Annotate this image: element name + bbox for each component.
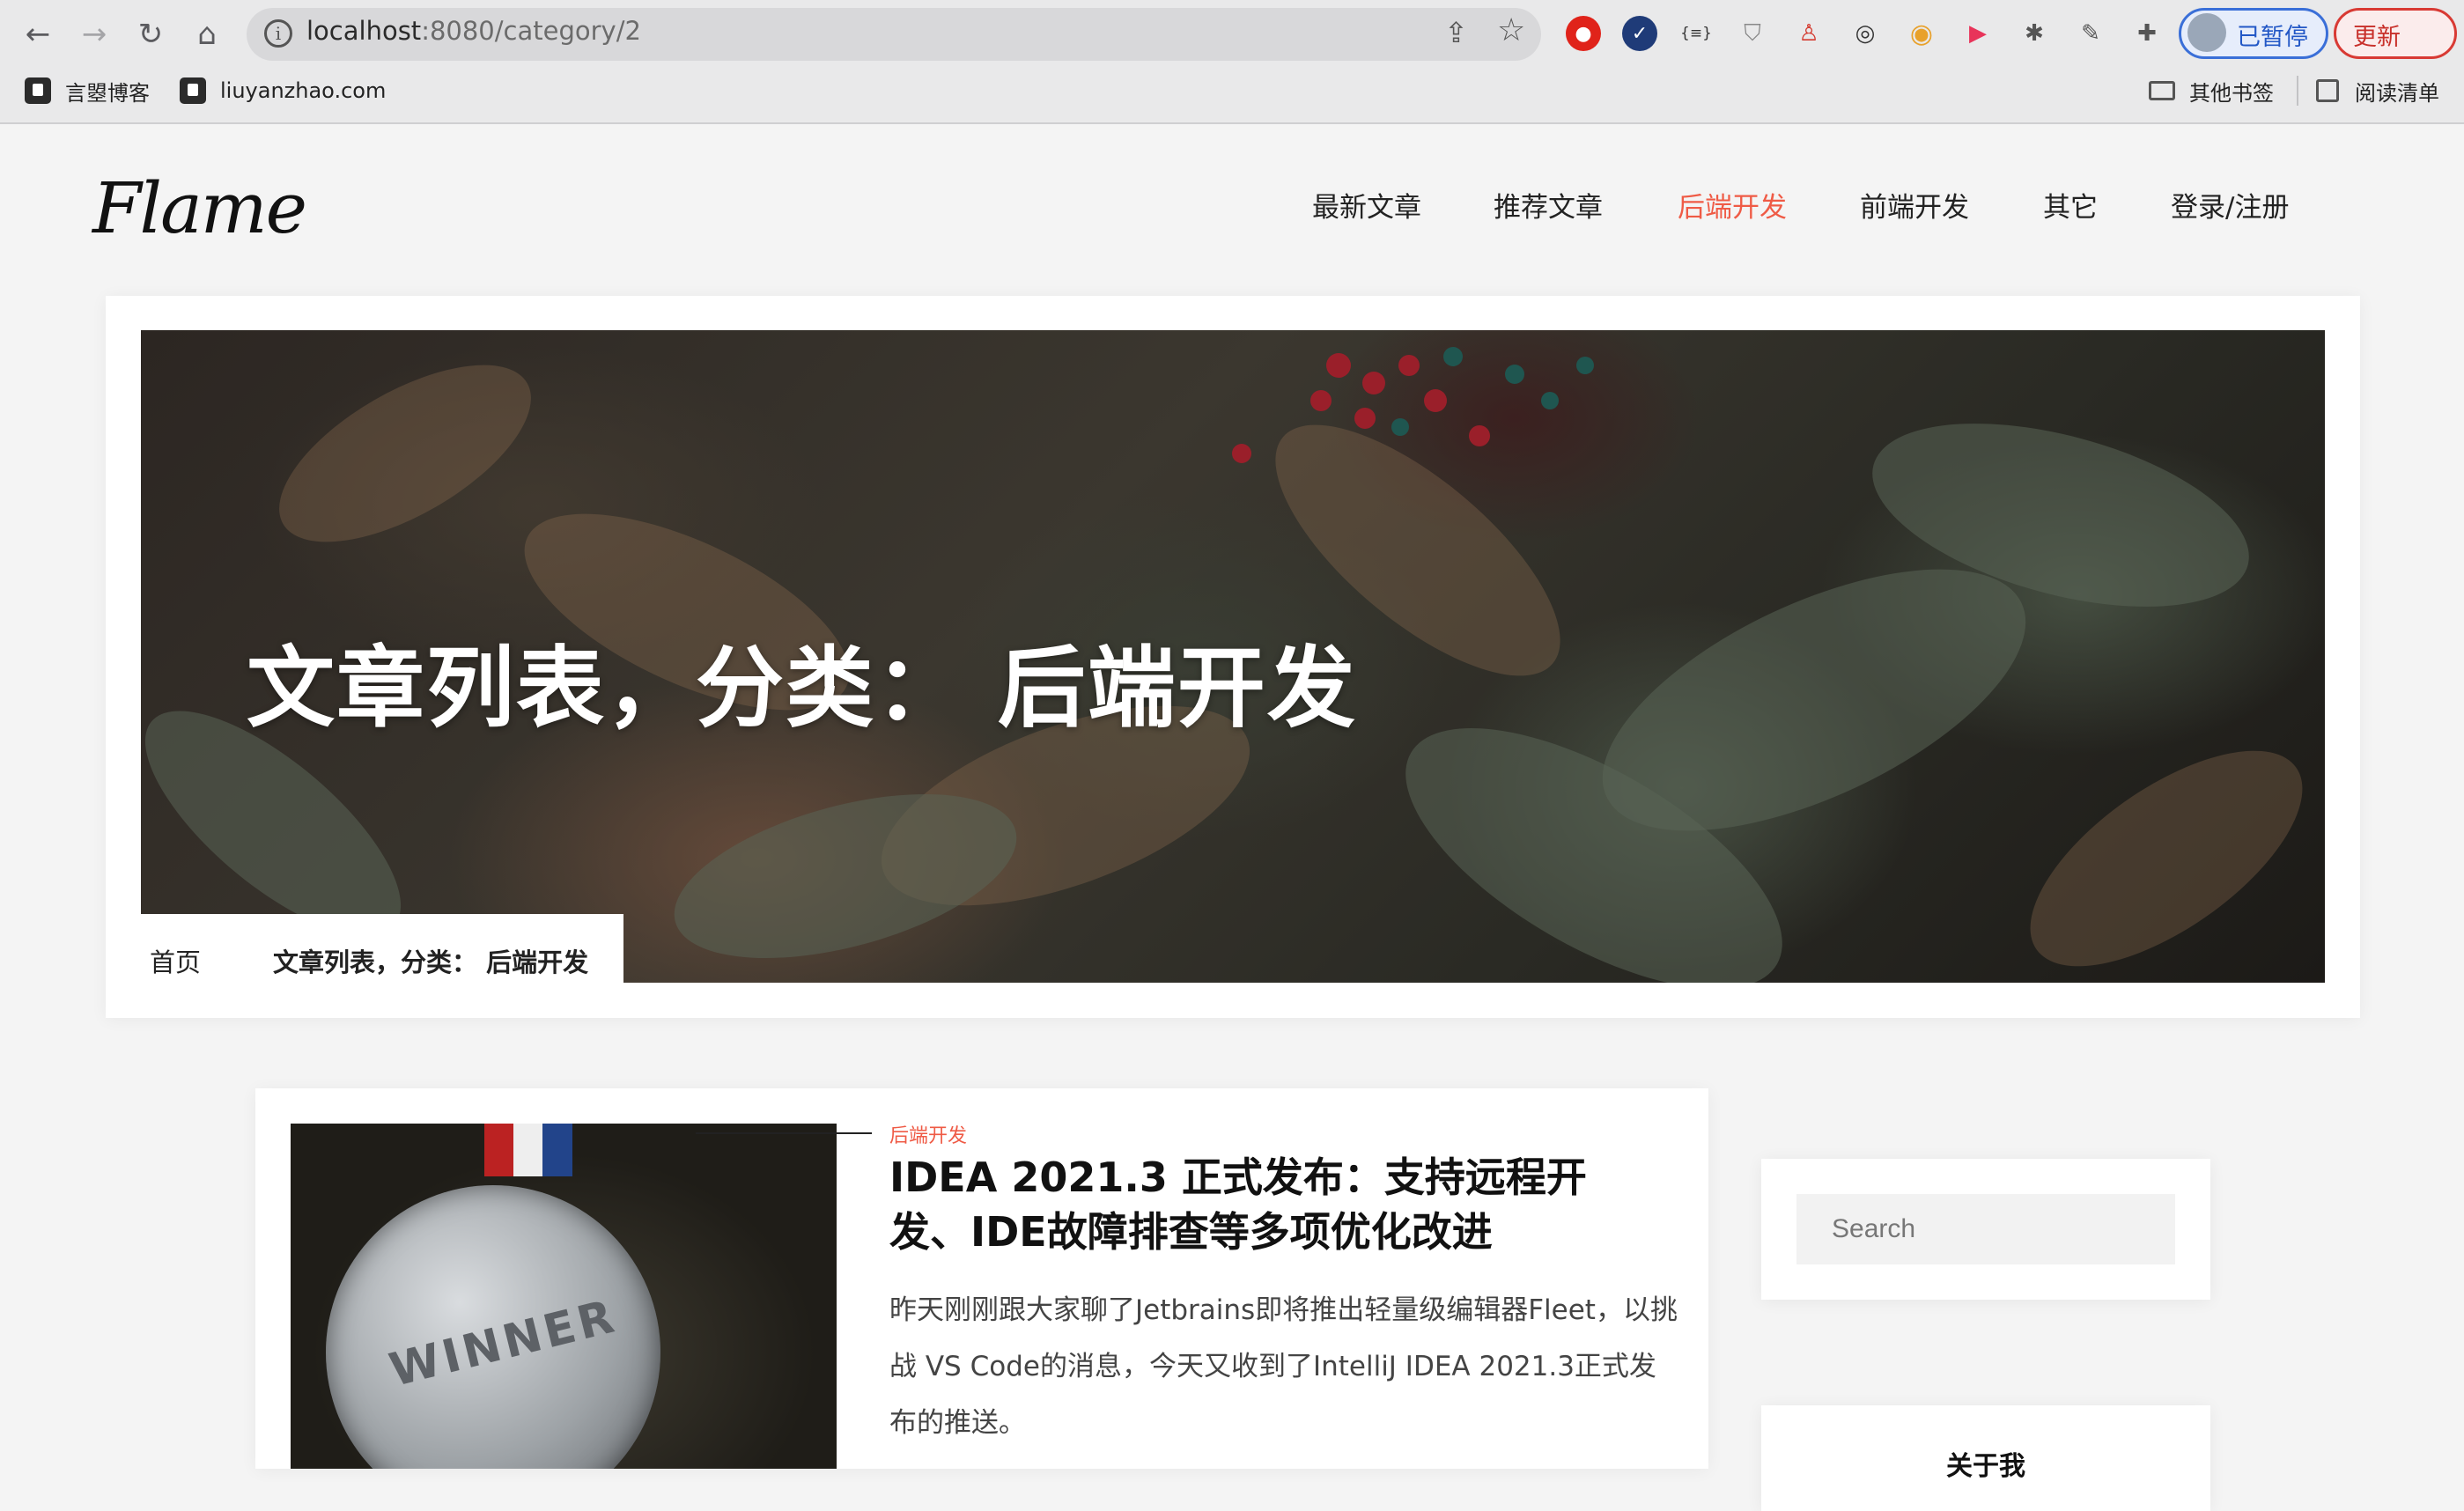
folder-icon bbox=[2149, 81, 2175, 100]
about-title: 关于我 bbox=[1946, 1451, 2025, 1482]
back-arrow-icon[interactable]: ← bbox=[16, 12, 60, 56]
bookmark-star-icon[interactable]: ☆ bbox=[1497, 12, 1525, 48]
category-divider bbox=[696, 1132, 872, 1134]
post-title-link[interactable]: IDEA 2021.3 正式发布：支持远程开发、IDE故障排查等多项优化改进 bbox=[889, 1150, 1664, 1259]
share-icon[interactable]: ⇪ bbox=[1444, 16, 1468, 49]
nav-frontend[interactable]: 前端开发 bbox=[1860, 185, 1969, 225]
eyedropper-extension-icon[interactable]: ✎ bbox=[2073, 16, 2108, 51]
breadcrumb-home-link[interactable]: 首页 bbox=[150, 942, 201, 979]
profile-status-label: 已暂停 bbox=[2237, 24, 2308, 51]
nav-login[interactable]: 登录/注册 bbox=[2171, 185, 2289, 225]
medal-ribbon bbox=[484, 1124, 572, 1176]
post-excerpt: 昨天刚刚跟大家聊了Jetbrains即将推出轻量级编辑器Fleet，以挑战 VS… bbox=[889, 1294, 1678, 1439]
bookmark-favicon-icon bbox=[180, 77, 206, 104]
bookmark-item[interactable]: liuyanzhao.com bbox=[180, 72, 386, 109]
bookmark-item[interactable]: 言曌博客 bbox=[25, 72, 150, 109]
bookmark-label: 言曌博客 bbox=[65, 80, 150, 106]
lock-extension-icon[interactable]: ◎ bbox=[1848, 16, 1883, 51]
nav-recommended[interactable]: 推荐文章 bbox=[1494, 185, 1603, 225]
nav-latest[interactable]: 最新文章 bbox=[1312, 185, 1421, 225]
post-thumbnail[interactable]: WINNER bbox=[291, 1124, 837, 1469]
adblock-extension-icon[interactable]: ● bbox=[1566, 16, 1601, 51]
other-bookmarks-folder[interactable]: 其他书签 bbox=[2149, 72, 2274, 109]
avatar bbox=[2187, 13, 2226, 52]
shield-extension-icon[interactable]: ⛉ bbox=[1735, 16, 1770, 51]
search-input[interactable] bbox=[1796, 1194, 2175, 1264]
url-host: localhost bbox=[306, 16, 422, 46]
check-extension-icon[interactable]: ✓ bbox=[1622, 16, 1657, 51]
sitemap-extension-icon[interactable]: ♙ bbox=[1791, 16, 1826, 51]
reading-list-button[interactable]: 阅读清单 bbox=[2316, 72, 2439, 109]
post-category-tag[interactable]: 后端开发 bbox=[889, 1120, 967, 1148]
forward-arrow-icon[interactable]: → bbox=[72, 12, 116, 56]
page-title: 文章列表，分类： 后端开发 bbox=[247, 637, 1357, 740]
update-label: 更新 bbox=[2353, 24, 2401, 51]
bookmark-favicon-icon bbox=[25, 77, 51, 104]
site-logo[interactable]: Flame bbox=[92, 167, 307, 249]
reading-list-icon bbox=[2316, 79, 2339, 102]
site-info-icon[interactable]: i bbox=[264, 19, 292, 48]
breadcrumb-current: 文章列表，分类： 后端开发 bbox=[273, 947, 589, 977]
nav-backend[interactable]: 后端开发 bbox=[1678, 185, 1787, 225]
url-text[interactable]: localhost:8080/category/2 bbox=[306, 16, 641, 46]
other-bookmarks-label: 其他书签 bbox=[2189, 80, 2274, 106]
url-path: :8080/category/2 bbox=[421, 16, 641, 46]
chrome-extension-icon[interactable]: ◉ bbox=[1904, 16, 1939, 51]
puzzle-extensions-icon[interactable]: ✚ bbox=[2129, 16, 2165, 51]
nav-other[interactable]: 其它 bbox=[2043, 185, 2098, 225]
reading-list-label: 阅读清单 bbox=[2355, 80, 2439, 106]
json-extension-icon[interactable]: {≡} bbox=[1678, 16, 1714, 51]
film-extension-icon[interactable]: ✱ bbox=[2017, 16, 2052, 51]
reload-icon[interactable]: ↻ bbox=[129, 12, 173, 56]
home-icon[interactable]: ⌂ bbox=[185, 12, 229, 56]
play-extension-icon[interactable]: ▶ bbox=[1960, 16, 1996, 51]
bookmark-divider bbox=[2297, 76, 2298, 106]
bookmark-label: liuyanzhao.com bbox=[220, 78, 387, 103]
